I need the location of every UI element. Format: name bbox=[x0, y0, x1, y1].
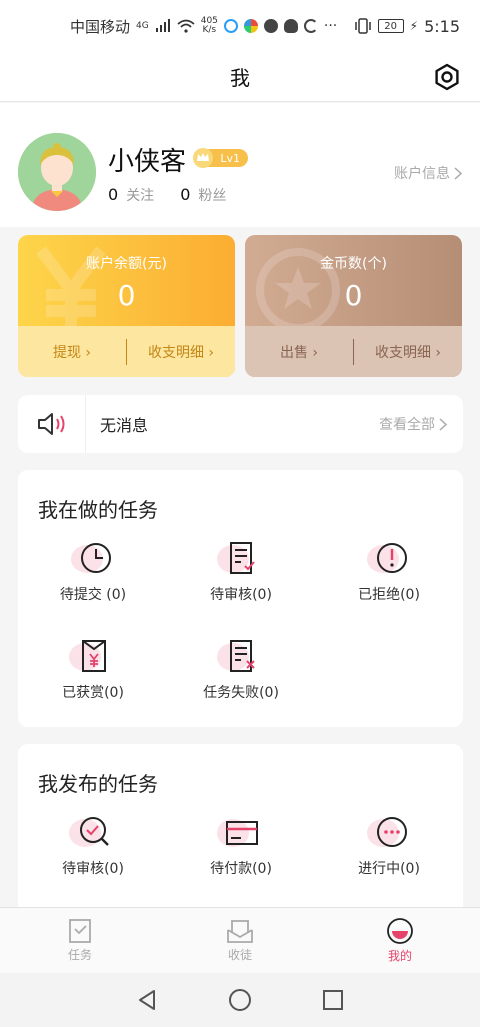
vibrate-icon bbox=[354, 18, 371, 34]
app-header: 我 bbox=[0, 52, 480, 102]
withdraw-button[interactable]: 提现 › bbox=[18, 342, 126, 362]
crown-icon bbox=[193, 148, 213, 168]
balance-value: 0 bbox=[117, 279, 136, 312]
nav-label: 任务 bbox=[67, 948, 92, 962]
more-circle-icon bbox=[367, 817, 407, 847]
following-count[interactable]: 0 bbox=[108, 185, 118, 204]
level-label: Lv1 bbox=[220, 151, 240, 165]
nav-tasks[interactable]: 任务 bbox=[0, 908, 160, 973]
recents-icon[interactable] bbox=[322, 989, 344, 1011]
net-speed: 405 K/s bbox=[200, 16, 218, 35]
published-tasks-title: 我发布的任务 bbox=[38, 772, 158, 796]
gear-icon[interactable] bbox=[432, 62, 462, 92]
task-rejected[interactable]: 已拒绝(0) bbox=[314, 538, 464, 604]
fans-label[interactable]: 粉丝 bbox=[198, 185, 226, 205]
chevron-right-icon bbox=[454, 166, 462, 180]
speaker-container bbox=[18, 395, 86, 453]
qq-notification-icon bbox=[283, 19, 298, 33]
more-notifications-icon: ··· bbox=[323, 18, 338, 34]
clock-time: 5:15 bbox=[424, 16, 460, 36]
app-notification-icon bbox=[223, 19, 238, 33]
wifi-icon bbox=[177, 19, 195, 33]
task-pending-review[interactable]: 待审核(0) bbox=[166, 538, 316, 604]
account-info-label: 账户信息 bbox=[394, 166, 450, 182]
document-check-icon bbox=[217, 542, 255, 574]
clock-icon bbox=[71, 543, 111, 573]
view-all-label: 查看全部 bbox=[379, 417, 435, 433]
task-label: 待审核(0) bbox=[210, 587, 272, 603]
task-label: 待审核(0) bbox=[62, 861, 124, 877]
document-x-icon bbox=[217, 640, 255, 672]
task-icon bbox=[69, 919, 91, 943]
search-check-icon bbox=[69, 817, 109, 847]
net-badge: 4G bbox=[136, 21, 149, 31]
my-tasks-title: 我在做的任务 bbox=[38, 498, 158, 522]
bottom-nav: 任务 收徒 我的 bbox=[0, 907, 480, 973]
home-icon[interactable] bbox=[228, 988, 252, 1012]
app-notification-icon bbox=[243, 19, 258, 33]
chat-notification-icon bbox=[263, 19, 278, 33]
level-badge: Lv1 bbox=[193, 148, 248, 168]
profile-section: 小侠客 Lv1 0 关注 0 粉丝 账户信息 bbox=[0, 103, 480, 227]
account-info-link[interactable]: 账户信息 bbox=[394, 163, 462, 183]
balance-card: 账户余额(元) 0 提现 › 收支明细 › bbox=[18, 235, 235, 377]
task-label: 进行中(0) bbox=[358, 861, 420, 877]
battery-icon: 20 bbox=[377, 19, 404, 33]
status-bar: 中国移动 4G 405 K/s ··· 20 ⚡ 5:15 bbox=[0, 0, 480, 52]
notice-message: 无消息 bbox=[100, 416, 149, 435]
yuan-reward-icon bbox=[69, 640, 106, 672]
speaker-icon bbox=[37, 413, 64, 435]
page-title: 我 bbox=[230, 66, 250, 90]
nav-apprentice[interactable]: 收徒 bbox=[160, 908, 320, 973]
fans-count[interactable]: 0 bbox=[180, 185, 190, 204]
balance-title: 账户余额(元) bbox=[86, 256, 167, 272]
notice-bar[interactable]: 无消息 查看全部 bbox=[18, 395, 463, 453]
view-all-link[interactable]: 查看全部 bbox=[379, 414, 447, 434]
exclamation-circle-icon bbox=[367, 543, 407, 573]
task-rewarded[interactable]: 已获赏(0) bbox=[18, 636, 168, 702]
balance-details-button[interactable]: 收支明细 › bbox=[127, 342, 235, 362]
nav-label: 我的 bbox=[387, 949, 412, 963]
back-icon[interactable] bbox=[136, 989, 158, 1011]
inbox-icon bbox=[227, 920, 253, 943]
task-label: 待付款(0) bbox=[210, 861, 272, 877]
published-tasks-panel: 我发布的任务 待审核(0) 待付款(0) 进行中(0) bbox=[18, 744, 463, 914]
task-failed[interactable]: 任务失败(0) bbox=[166, 636, 316, 702]
coins-card: 金币数(个) 0 出售 › 收支明细 › bbox=[245, 235, 462, 377]
loading-icon bbox=[303, 19, 318, 33]
nav-profile[interactable]: 我的 bbox=[320, 908, 480, 973]
credit-card-icon bbox=[217, 819, 258, 847]
published-pending-payment[interactable]: 待付款(0) bbox=[166, 812, 316, 878]
carrier-label: 中国移动 bbox=[70, 17, 131, 36]
coins-value: 0 bbox=[344, 279, 363, 312]
task-label: 已获赏(0) bbox=[62, 685, 124, 701]
chevron-right-icon bbox=[439, 417, 447, 431]
coins-actions: 出售 › 收支明细 › bbox=[245, 326, 462, 377]
sell-button[interactable]: 出售 › bbox=[245, 342, 353, 362]
nav-label: 收徒 bbox=[227, 948, 252, 962]
following-label[interactable]: 关注 bbox=[126, 185, 154, 205]
published-pending-review[interactable]: 待审核(0) bbox=[18, 812, 168, 878]
avatar-illustration bbox=[18, 133, 96, 211]
task-label: 待提交 (0) bbox=[59, 587, 127, 603]
published-in-progress[interactable]: 进行中(0) bbox=[314, 812, 464, 878]
task-pending-submit[interactable]: 待提交 (0) bbox=[18, 538, 168, 604]
coins-title: 金币数(个) bbox=[320, 256, 387, 272]
balance-actions: 提现 › 收支明细 › bbox=[18, 326, 235, 377]
avatar[interactable] bbox=[18, 133, 96, 211]
task-label: 已拒绝(0) bbox=[358, 587, 420, 603]
follow-stats: 0 关注 0 粉丝 bbox=[108, 185, 244, 205]
my-tasks-panel: 我在做的任务 待提交 (0) 待审核(0) 已拒绝(0) 已获赏(0) 任务失败… bbox=[18, 470, 463, 727]
username: 小侠客 bbox=[108, 147, 187, 177]
signal-icon bbox=[155, 19, 170, 32]
profile-icon bbox=[387, 918, 413, 944]
task-label: 任务失败(0) bbox=[203, 685, 279, 701]
charging-icon: ⚡ bbox=[409, 19, 419, 33]
coins-details-button[interactable]: 收支明细 › bbox=[354, 342, 462, 362]
system-nav-bar bbox=[0, 973, 480, 1027]
